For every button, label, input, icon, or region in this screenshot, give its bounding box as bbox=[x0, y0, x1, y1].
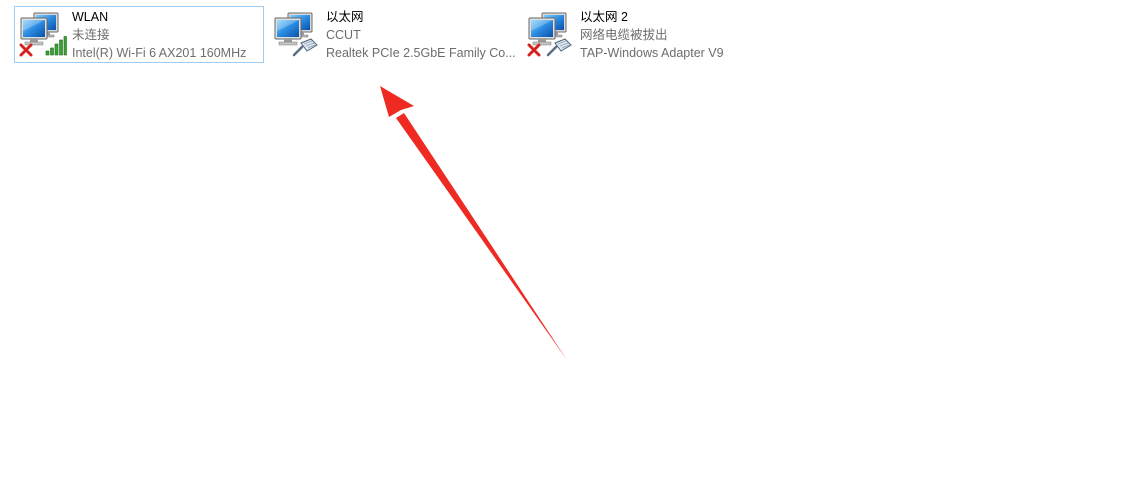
annotation-arrow-shaft bbox=[396, 113, 567, 360]
network-cable-icon bbox=[546, 38, 572, 57]
adapter-device: Intel(R) Wi-Fi 6 AX201 160MHz bbox=[72, 46, 247, 60]
adapter-name: WLAN bbox=[72, 10, 109, 24]
red-x-icon bbox=[527, 43, 541, 57]
adapter-ethernet[interactable]: 以太网 CCUT Realtek PCIe 2.5GbE Family Co..… bbox=[268, 6, 518, 63]
wifi-signal-bars-icon bbox=[45, 36, 67, 56]
adapter-name: 以太网 2 bbox=[580, 10, 628, 24]
adapter-ethernet-2[interactable]: 以太网 2 网络电缆被拔出 TAP-Windows Adapter V9 bbox=[522, 6, 772, 63]
monitors-network-icon bbox=[526, 9, 576, 61]
monitors-network-icon bbox=[272, 9, 322, 61]
network-cable-icon bbox=[292, 38, 318, 57]
annotation-arrow-head bbox=[380, 86, 414, 117]
annotation-arrow bbox=[380, 86, 567, 360]
adapter-device: TAP-Windows Adapter V9 bbox=[580, 46, 724, 60]
adapter-wlan[interactable]: WLAN 未连接 Intel(R) Wi-Fi 6 AX201 160MHz bbox=[14, 6, 264, 63]
adapter-device: Realtek PCIe 2.5GbE Family Co... bbox=[326, 46, 516, 60]
adapter-status: 未连接 bbox=[72, 28, 110, 42]
adapter-name: 以太网 bbox=[326, 10, 364, 24]
red-x-icon bbox=[19, 43, 33, 57]
monitors-network-icon bbox=[18, 9, 68, 61]
adapter-status: CCUT bbox=[326, 28, 361, 42]
adapter-status: 网络电缆被拔出 bbox=[580, 28, 668, 42]
network-connections-window: WLAN 未连接 Intel(R) Wi-Fi 6 AX201 160MHz 以… bbox=[0, 0, 1123, 504]
